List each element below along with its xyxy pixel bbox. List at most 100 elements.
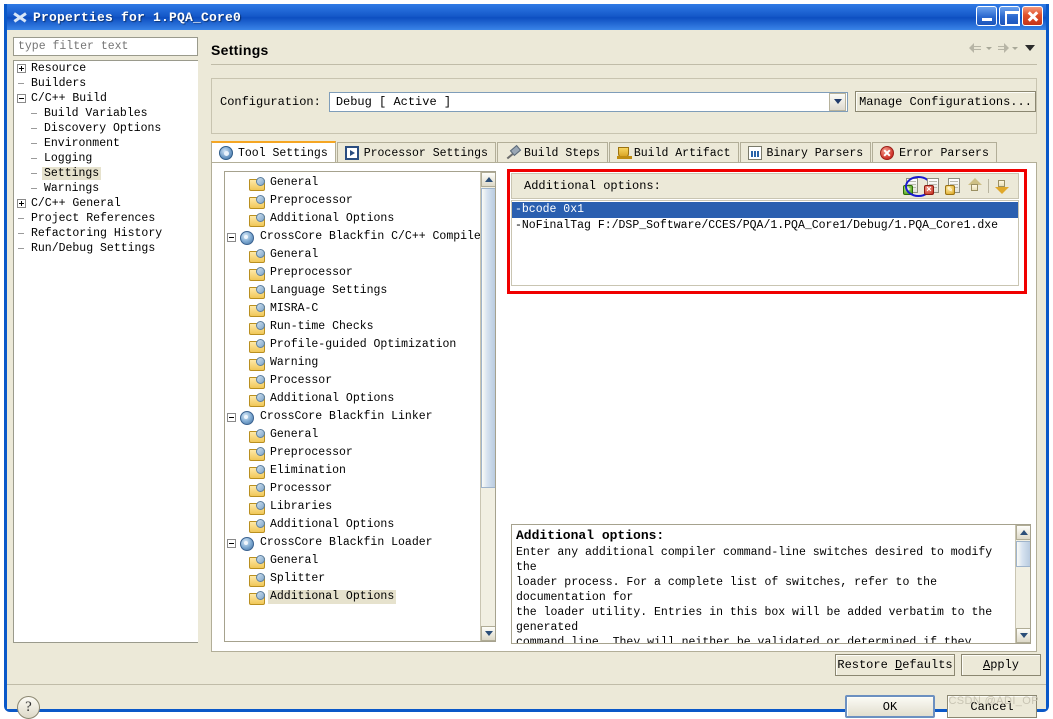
- tool-tree-item[interactable]: Additional Options: [225, 516, 495, 534]
- tab-build-artifact[interactable]: Build Artifact: [608, 142, 739, 163]
- edit-option-button[interactable]: ✎: [945, 178, 963, 195]
- restore-defaults-button[interactable]: Restore Defaults: [835, 654, 955, 676]
- desc-scroll-down-button[interactable]: [1016, 628, 1030, 643]
- option-list-item[interactable]: -NoFinalTag F:/DSP_Software/CCES/PQA/1.P…: [512, 218, 1018, 234]
- tool-tree-item[interactable]: Processor: [225, 480, 495, 498]
- sidebar-item-warnings[interactable]: Warnings: [14, 181, 198, 196]
- expand-icon[interactable]: [17, 64, 26, 73]
- sidebar-item-project-references[interactable]: Project References: [14, 211, 198, 226]
- apply-button[interactable]: Apply: [961, 654, 1041, 676]
- tab-error-parsers[interactable]: Error Parsers: [872, 142, 997, 163]
- add-option-button[interactable]: +: [903, 176, 932, 197]
- collapse-icon[interactable]: [227, 538, 236, 548]
- tool-tree-scrollbar[interactable]: [480, 172, 495, 641]
- sidebar-item-label: Settings: [42, 167, 102, 180]
- tool-tree-item[interactable]: General: [225, 552, 495, 570]
- triangle-up-icon: [484, 177, 493, 182]
- scrollbar-thumb[interactable]: [481, 188, 495, 488]
- tab-label: Build Artifact: [633, 146, 731, 160]
- tree-branch-icon: [30, 154, 39, 163]
- minimize-button[interactable]: [976, 6, 997, 26]
- tool-tree-rows: General Preprocessor Additional Options Cro…: [225, 172, 495, 606]
- tool-tree-item[interactable]: Additional Options: [225, 390, 495, 408]
- tool-tree-item[interactable]: Preprocessor: [225, 444, 495, 462]
- scroll-down-button[interactable]: [481, 626, 495, 641]
- tab-tool-settings[interactable]: Tool Settings: [211, 141, 336, 163]
- maximize-button[interactable]: [999, 6, 1020, 26]
- sidebar-item-settings[interactable]: Settings: [14, 166, 198, 181]
- sidebar-item-refactoring-history[interactable]: Refactoring History: [14, 226, 198, 241]
- tool-tree-item[interactable]: Splitter: [225, 570, 495, 588]
- tool-tree-item[interactable]: Libraries: [225, 498, 495, 516]
- tool-tree-label: Language Settings: [270, 284, 388, 297]
- tool-tree-item[interactable]: Run-time Checks: [225, 318, 495, 336]
- tab-label: Binary Parsers: [766, 146, 864, 160]
- tool-tree-item[interactable]: Elimination: [225, 462, 495, 480]
- delete-option-button[interactable]: ×: [924, 178, 942, 195]
- folder-icon: [249, 392, 265, 407]
- binary-icon: [747, 146, 762, 160]
- tool-tree-item[interactable]: CrossCore Blackfin Linker: [225, 408, 495, 426]
- tool-tree-item[interactable]: Profile-guided Optimization: [225, 336, 495, 354]
- close-button[interactable]: [1022, 6, 1043, 26]
- tool-tree-item[interactable]: General: [225, 174, 495, 192]
- sidebar-item-c-c-general[interactable]: C/C++ General: [14, 196, 198, 211]
- collapse-icon[interactable]: [227, 232, 236, 242]
- window-titlebar[interactable]: Properties for 1.PQA_Core0: [7, 4, 1046, 30]
- move-down-button[interactable]: [994, 178, 1010, 194]
- filter-input[interactable]: [13, 37, 198, 56]
- back-dropdown-icon[interactable]: [986, 46, 992, 50]
- settings-tree[interactable]: Resource Builders C/C++ Build Build Variabl…: [13, 60, 198, 643]
- tool-tree-item[interactable]: General: [225, 246, 495, 264]
- apply-label: Apply: [982, 658, 1019, 672]
- sidebar-item-run-debug-settings[interactable]: Run/Debug Settings: [14, 241, 198, 256]
- view-menu-icon[interactable]: [1025, 45, 1035, 51]
- tool-tree-label: Profile-guided Optimization: [270, 338, 457, 351]
- sidebar-item-builders[interactable]: Builders: [14, 76, 198, 91]
- tool-tree-item[interactable]: General: [225, 426, 495, 444]
- sidebar-item-environment[interactable]: Environment: [14, 136, 198, 151]
- tool-tree[interactable]: General Preprocessor Additional Options Cro…: [224, 171, 496, 642]
- tool-tree-item[interactable]: Preprocessor: [225, 192, 495, 210]
- sidebar-item-label: Logging: [44, 152, 93, 165]
- tool-tree-item[interactable]: Additional Options: [225, 588, 495, 606]
- tool-tree-item[interactable]: MISRA-C: [225, 300, 495, 318]
- sidebar-item-build-variables[interactable]: Build Variables: [14, 106, 198, 121]
- tool-settings-panel: General Preprocessor Additional Options Cro…: [211, 162, 1037, 652]
- collapse-icon[interactable]: [17, 94, 26, 103]
- tool-tree-item[interactable]: Warning: [225, 354, 495, 372]
- desc-scrollbar-thumb[interactable]: [1016, 541, 1030, 567]
- tree-branch-icon: [30, 169, 39, 178]
- sidebar-item-resource[interactable]: Resource: [14, 61, 198, 76]
- tab-build-steps[interactable]: Build Steps: [496, 142, 608, 163]
- tool-tree-item[interactable]: Processor: [225, 372, 495, 390]
- expand-icon[interactable]: [17, 199, 26, 208]
- sidebar-item-discovery-options[interactable]: Discovery Options: [14, 121, 198, 136]
- tool-tree-item[interactable]: Language Settings: [225, 282, 495, 300]
- scroll-up-button[interactable]: [481, 172, 495, 187]
- configuration-combo[interactable]: Debug [ Active ]: [328, 91, 848, 112]
- forward-arrow-icon[interactable]: [995, 42, 1009, 54]
- additional-options-list[interactable]: -bcode 0x1 -NoFinalTag F:/DSP_Software/CC…: [511, 200, 1019, 286]
- sidebar-item-logging[interactable]: Logging: [14, 151, 198, 166]
- tool-tree-item[interactable]: Additional Options: [225, 210, 495, 228]
- back-arrow-icon[interactable]: [969, 42, 983, 54]
- description-scrollbar[interactable]: [1015, 525, 1030, 643]
- option-list-item[interactable]: -bcode 0x1: [512, 202, 1018, 218]
- chevron-down-icon[interactable]: [829, 92, 846, 111]
- folder-icon: [249, 302, 265, 317]
- tab-processor-settings[interactable]: Processor Settings: [336, 142, 496, 163]
- tool-tree-item[interactable]: CrossCore Blackfin Loader: [225, 534, 495, 552]
- tool-tree-item[interactable]: CrossCore Blackfin C/C++ Compiler: [225, 228, 495, 246]
- ok-button[interactable]: OK: [845, 695, 935, 718]
- forward-dropdown-icon[interactable]: [1012, 46, 1018, 50]
- tool-tree-label: Additional Options: [270, 518, 395, 531]
- tool-tree-item[interactable]: Preprocessor: [225, 264, 495, 282]
- move-up-button[interactable]: [967, 178, 983, 194]
- sidebar-item-c-c-build[interactable]: C/C++ Build: [14, 91, 198, 106]
- tab-binary-parsers[interactable]: Binary Parsers: [739, 142, 872, 163]
- folder-icon: [249, 194, 265, 209]
- collapse-icon[interactable]: [227, 412, 236, 422]
- desc-scroll-up-button[interactable]: [1016, 525, 1030, 540]
- manage-configurations-button[interactable]: Manage Configurations...: [855, 91, 1036, 112]
